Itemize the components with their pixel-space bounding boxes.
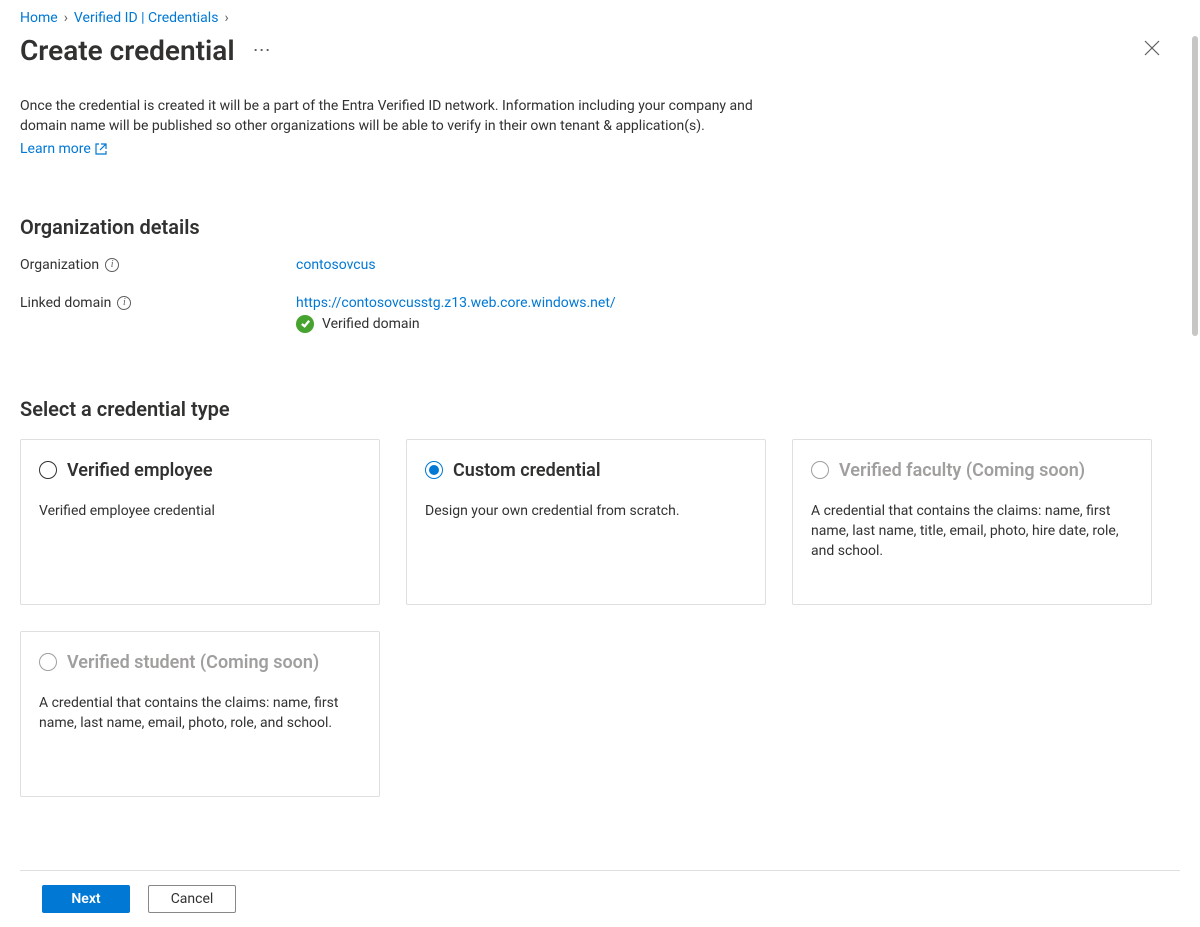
card-verified-employee[interactable]: Verified employee Verified employee cred…	[20, 439, 380, 605]
learn-more-label: Learn more	[20, 141, 91, 157]
close-icon	[1144, 40, 1160, 56]
radio-verified-employee[interactable]	[39, 461, 57, 479]
close-button[interactable]	[1136, 32, 1168, 68]
breadcrumb: Home › Verified ID | Credentials ›	[20, 10, 1168, 26]
card-desc: Verified employee credential	[39, 501, 361, 521]
page-root: Home › Verified ID | Credentials › Creat…	[0, 0, 1200, 927]
card-title: Verified employee	[67, 460, 213, 481]
card-title: Custom credential	[453, 460, 601, 481]
card-verified-student: Verified student (Coming soon) A credent…	[20, 631, 380, 797]
org-label-text: Organization	[20, 257, 99, 273]
domain-label-text: Linked domain	[20, 295, 111, 311]
cancel-button[interactable]: Cancel	[148, 885, 236, 913]
credential-cards: Verified employee Verified employee cred…	[20, 439, 1168, 797]
section-select-type: Select a credential type	[20, 397, 1168, 421]
domain-label: Linked domain i	[20, 295, 296, 311]
radio-custom-credential[interactable]	[425, 461, 443, 479]
more-actions-button[interactable]: ⋯	[249, 36, 276, 65]
org-label: Organization i	[20, 257, 296, 273]
card-desc: Design your own credential from scratch.	[425, 501, 747, 521]
external-link-icon	[95, 143, 107, 155]
footer: Next Cancel	[20, 870, 1180, 927]
domain-row: Linked domain i https://contosovcusstg.z…	[20, 295, 1168, 333]
org-row: Organization i contosovcus	[20, 257, 1168, 273]
page-title: Create credential	[20, 34, 235, 67]
title-row: Create credential ⋯	[20, 32, 1168, 68]
content-scroll: Home › Verified ID | Credentials › Creat…	[0, 0, 1188, 866]
verified-domain-row: Verified domain	[296, 315, 616, 333]
radio-verified-student	[39, 653, 57, 671]
verified-domain-text: Verified domain	[322, 316, 420, 332]
breadcrumb-home[interactable]: Home	[20, 10, 58, 26]
card-title: Verified student (Coming soon)	[67, 652, 319, 673]
org-value-link[interactable]: contosovcus	[296, 257, 376, 273]
next-button[interactable]: Next	[42, 885, 130, 913]
radio-verified-faculty	[811, 461, 829, 479]
card-verified-faculty: Verified faculty (Coming soon) A credent…	[792, 439, 1152, 605]
title-left: Create credential ⋯	[20, 34, 276, 67]
info-icon[interactable]: i	[117, 296, 131, 310]
breadcrumb-verified-id[interactable]: Verified ID | Credentials	[74, 10, 219, 26]
chevron-right-icon: ›	[64, 10, 68, 26]
scrollbar[interactable]	[1192, 36, 1198, 336]
info-icon[interactable]: i	[105, 258, 119, 272]
domain-value-link[interactable]: https://contosovcusstg.z13.web.core.wind…	[296, 295, 616, 311]
card-title: Verified faculty (Coming soon)	[839, 460, 1085, 481]
card-custom-credential[interactable]: Custom credential Design your own creden…	[406, 439, 766, 605]
checkmark-badge-icon	[296, 315, 314, 333]
chevron-right-icon: ›	[224, 10, 228, 26]
learn-more-link[interactable]: Learn more	[20, 141, 107, 157]
section-org-details: Organization details	[20, 215, 1168, 239]
card-desc: A credential that contains the claims: n…	[39, 693, 361, 734]
intro-text: Once the credential is created it will b…	[20, 96, 790, 137]
card-desc: A credential that contains the claims: n…	[811, 501, 1133, 562]
